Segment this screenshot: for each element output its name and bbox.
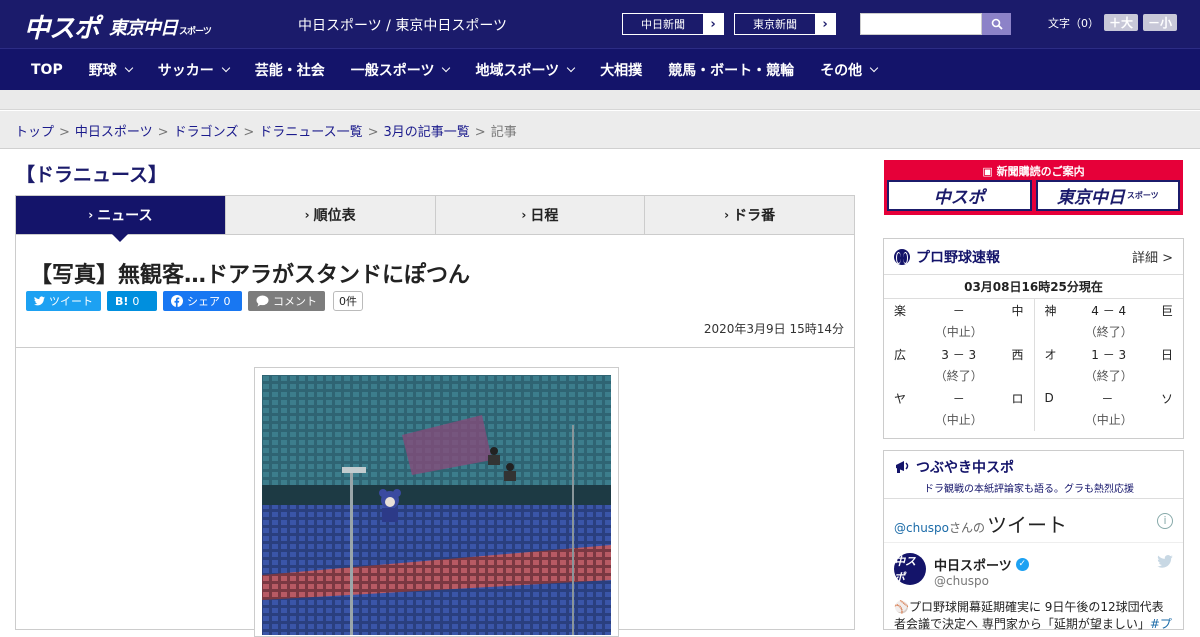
logo-tokyo-chunichi: 東京中日 スポーツ [109, 17, 212, 39]
chevron-down-icon [566, 63, 576, 72]
tweet-card[interactable]: 中スポ 中日スポーツ ✓ @chuspo ⚾プロ野球開幕延期確実に 9日午後の1… [884, 543, 1183, 631]
share-buttons: ツイート B! 0 シェア 0 コメント 0件 [26, 291, 363, 311]
speech-bubble-icon [256, 295, 269, 307]
nav-item-entertainment[interactable]: 芸能・社会 [242, 49, 338, 90]
game-score[interactable]: オ1 － 3日 （終了） [1045, 343, 1174, 387]
baseball-scores-widget: プロ野球速報 詳細 > 03月08日16時25分現在 楽－中 （中止） 広3 －… [883, 238, 1184, 439]
game-score[interactable]: 神4 － 4巨 （終了） [1045, 299, 1174, 343]
article-headline: 【写真】無観客…ドアラがスタンドにぽつん [30, 263, 471, 288]
stadium-photo [262, 375, 611, 635]
avatar[interactable]: 中スポ [894, 553, 926, 585]
breadcrumb: トップ > 中日スポーツ > ドラゴンズ > ドラニュース一覧 >3月の記事一覧 > 記事 [0, 111, 1200, 149]
widget-title: つぶやき中スポ [916, 460, 1014, 476]
chevron-right-icon: › [703, 14, 723, 34]
article-date: 2020年3月9日 15時14分 [703, 322, 844, 336]
nav-item-sumo[interactable]: 大相撲 [587, 49, 655, 90]
breadcrumb-dora-news[interactable]: ドラニュース一覧 [259, 125, 362, 140]
divider [16, 347, 854, 348]
tokyo-shimbun-link[interactable]: 東京新聞 › [734, 13, 836, 35]
nav-item-racing[interactable]: 競馬・ボート・競輪 [655, 49, 807, 90]
chevron-right-icon: › [521, 208, 527, 222]
breadcrumb-current: 記事 [490, 125, 517, 140]
tweet-author-name[interactable]: 中日スポーツ ✓ [934, 555, 1029, 574]
tweet-text: ⚾プロ野球開幕延期確実に 9日午後の12球団代表者会議で決定へ 専門家から「延期… [894, 600, 1172, 631]
scores-detail-link[interactable]: 詳細 > [1132, 247, 1173, 266]
chunichi-shimbun-link[interactable]: 中日新聞 › [622, 13, 724, 35]
section-title: 【ドラニュース】 [16, 164, 168, 186]
tab-schedule[interactable]: › 日程 [434, 196, 645, 234]
section-tabs: › ニュース › 順位表 › 日程 › ドラ番 [15, 195, 855, 242]
subscription-promo: ▣ 新聞購読のご案内 中スポ 東京中日 スポーツ [884, 160, 1183, 215]
tweets-heading: ツイート [987, 513, 1068, 537]
font-size-label: 文字（0） [1048, 16, 1099, 30]
search-box [860, 13, 1011, 35]
subscribe-chuspo-button[interactable]: 中スポ [887, 180, 1032, 211]
info-icon[interactable]: i [1157, 512, 1173, 529]
twitter-bird-icon [34, 296, 45, 306]
facebook-icon [171, 295, 183, 307]
nav-item-baseball[interactable]: 野球 [76, 49, 145, 90]
nav-item-local-sports[interactable]: 地域スポーツ [462, 49, 587, 90]
font-larger-button[interactable]: ＋大 [1104, 14, 1139, 31]
tab-news[interactable]: › ニュース [16, 196, 225, 242]
twitter-widget: つぶやき中スポ ドラ観戦の本紙評論家も語る。グラも熱烈応援 @chuspo さん… [883, 450, 1184, 631]
scores-title: プロ野球速報 [916, 249, 1000, 266]
chevron-down-icon [442, 63, 451, 72]
chevron-right-icon: › [724, 208, 730, 222]
megaphone-icon [896, 461, 909, 473]
tab-dora-ban[interactable]: › ドラ番 [644, 196, 854, 234]
chevron-right-icon: › [304, 208, 310, 222]
tweet-author-handle: @chuspo [934, 574, 990, 588]
hatena-icon: B! [115, 294, 129, 308]
breadcrumb-chuspo[interactable]: 中日スポーツ [75, 125, 153, 140]
tweet-button[interactable]: ツイート [26, 291, 101, 311]
subscribe-tokyo-chunichi-button[interactable]: 東京中日 スポーツ [1035, 180, 1180, 211]
hashtag-link[interactable]: #プ [1150, 617, 1172, 631]
chevron-right-icon: › [88, 208, 94, 222]
chevron-down-icon [221, 63, 230, 72]
comment-count: 0件 [333, 291, 363, 311]
game-score[interactable]: ヤ－ロ （中止） [894, 387, 1024, 431]
breadcrumb-dragons[interactable]: ドラゴンズ [174, 125, 239, 140]
chevron-down-icon [124, 63, 133, 72]
newspaper-icon: ▣ [982, 165, 997, 178]
spacer-band [0, 90, 1200, 110]
search-icon [991, 18, 1003, 30]
facebook-share-button[interactable]: シェア 0 [163, 291, 242, 311]
game-score[interactable]: D －ソ （中止） [1045, 387, 1174, 431]
promo-title: ▣ 新聞購読のご案内 [982, 165, 1085, 178]
nav-item-other[interactable]: その他 [807, 49, 890, 90]
chevron-down-icon [869, 63, 879, 72]
article-photo[interactable] [254, 367, 619, 637]
game-score[interactable]: 楽－中 （中止） [894, 299, 1024, 343]
scores-timestamp: 03月08日16時25分現在 [884, 275, 1183, 299]
empty-stadium-image [262, 375, 611, 635]
site-logo[interactable]: 中スポ 東京中日 スポーツ [24, 8, 212, 45]
breadcrumb-march[interactable]: 3月の記事一覧 [384, 125, 470, 140]
search-input[interactable] [860, 13, 982, 35]
tab-standings[interactable]: › 順位表 [224, 196, 435, 234]
hatena-bookmark-button[interactable]: B! 0 [107, 291, 157, 311]
game-score[interactable]: 広3 － 3西 （終了） [894, 343, 1024, 387]
chevron-right-icon: › [815, 14, 835, 34]
widget-subtitle: ドラ観戦の本紙評論家も語る。グラも熱烈応援 [924, 484, 1134, 495]
comment-button[interactable]: コメント [248, 291, 325, 311]
top-header: 中スポ 東京中日 スポーツ 中日スポーツ / 東京中日スポーツ 中日新聞 › 東京… [0, 0, 1200, 48]
font-smaller-button[interactable]: －小 [1143, 14, 1178, 31]
baseball-icon [894, 248, 910, 265]
verified-badge-icon: ✓ [1015, 558, 1029, 571]
nav-item-soccer[interactable]: サッカー [145, 49, 242, 90]
main-nav: TOP 野球 サッカー 芸能・社会 一般スポーツ 地域スポーツ 大相撲 競馬・ボ… [0, 48, 1200, 90]
logo-chuspo: 中スポ [24, 14, 100, 44]
site-title-link[interactable]: 中日スポーツ / 東京中日スポーツ [298, 15, 507, 35]
nav-item-general-sports[interactable]: 一般スポーツ [338, 49, 463, 90]
nav-item-top[interactable]: TOP [18, 49, 76, 90]
twitter-bird-icon[interactable] [1157, 555, 1173, 572]
search-button[interactable] [982, 13, 1011, 35]
font-size-control: 文字（0） ＋大 －小 [1048, 14, 1178, 31]
twitter-handle-link[interactable]: @chuspo [894, 521, 949, 535]
article: 【写真】無観客…ドアラがスタンドにぽつん ツイート B! 0 シェア 0 コメン… [15, 235, 855, 637]
breadcrumb-top[interactable]: トップ [15, 125, 54, 140]
